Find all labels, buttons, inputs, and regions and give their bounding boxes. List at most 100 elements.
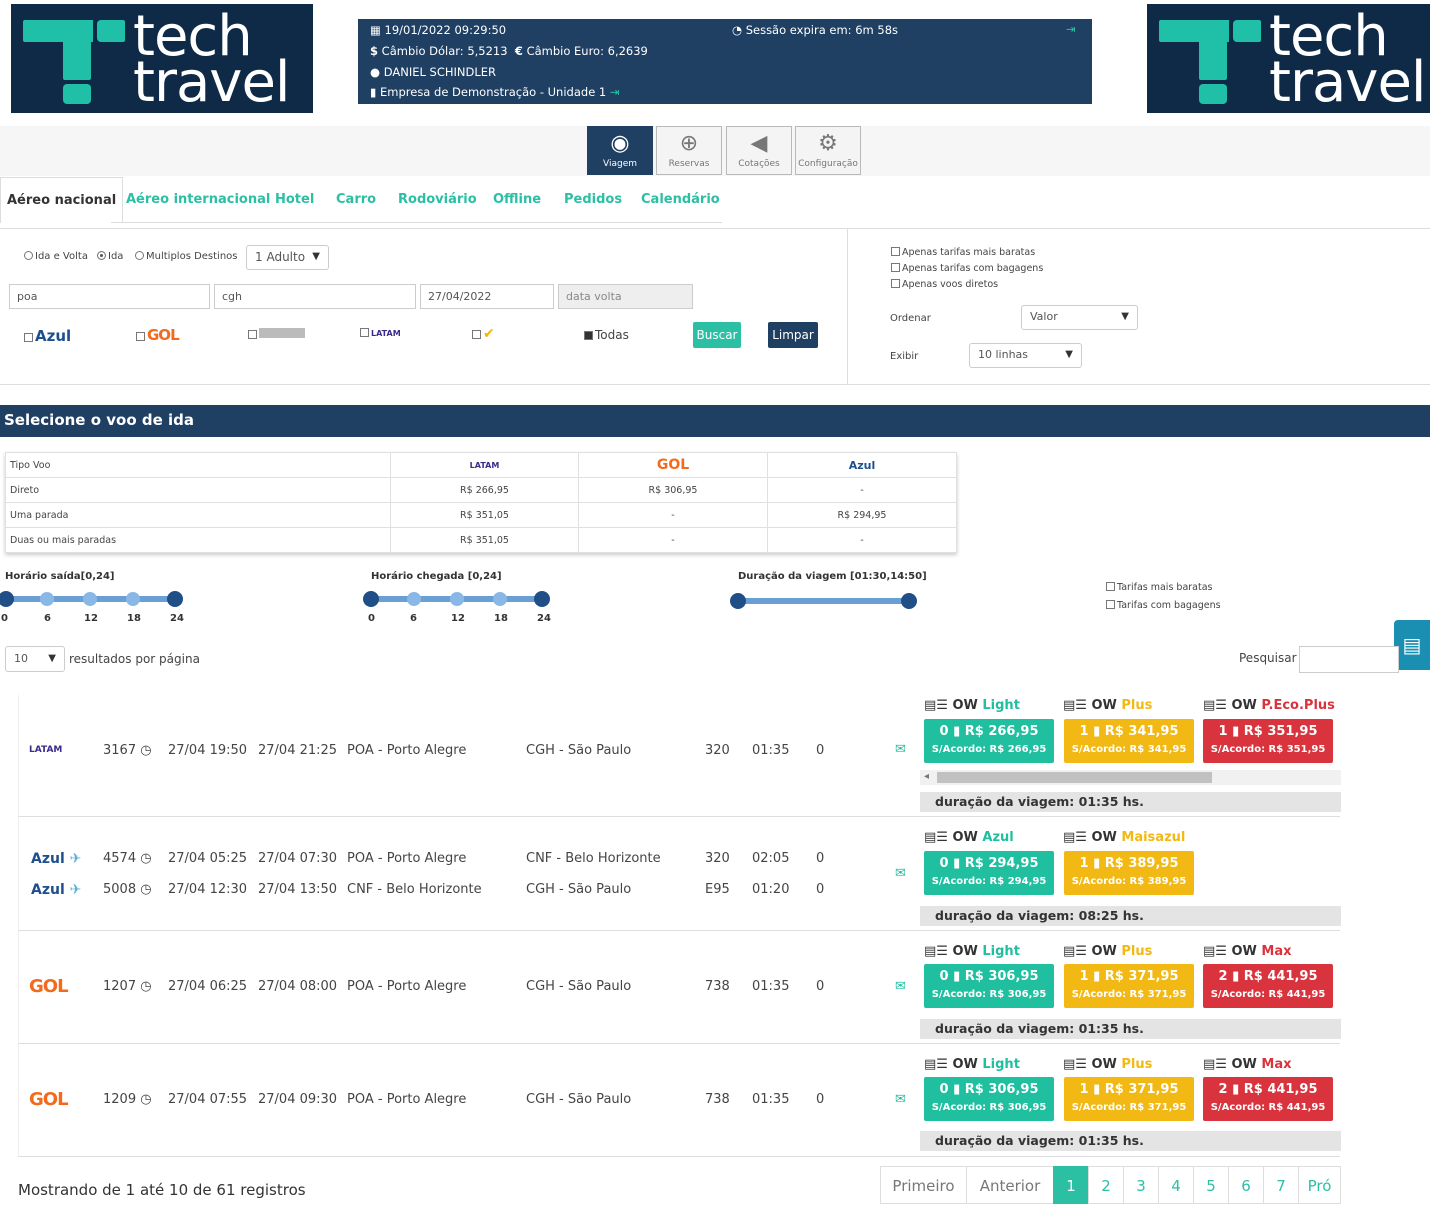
tab-offline[interactable]: Offline <box>493 177 541 223</box>
fare-plus-button[interactable]: 1 ▮ R$ 341,95 S/Acordo: R$ 341,95 <box>1064 719 1194 763</box>
airline-gol-checkbox[interactable]: GOL <box>136 326 180 344</box>
page-1[interactable]: 1 <box>1053 1166 1089 1204</box>
fare-maisazul-button[interactable]: 1 ▮ R$ 389,95 S/Acordo: R$ 389,95 <box>1064 851 1194 895</box>
table-search-input[interactable] <box>1299 646 1399 673</box>
passengers-select[interactable]: 1 Adulto ▼ <box>246 245 329 270</box>
chevron-down-icon: ▼ <box>312 251 320 262</box>
envelope-icon[interactable]: ✉ <box>895 866 906 881</box>
show-value: 10 linhas <box>978 348 1029 361</box>
ticket-icon: ▤☰ <box>1203 944 1227 959</box>
ticket-icon: ▤☰ <box>1203 698 1227 713</box>
fare-peco-plus-button[interactable]: 1 ▮ R$ 351,95 S/Acordo: R$ 351,95 <box>1203 719 1333 763</box>
clear-button[interactable]: Limpar <box>768 322 818 348</box>
filter-label: Tarifas com bagagens <box>1117 600 1221 611</box>
scroll-left-icon[interactable]: ◂ <box>924 771 929 782</box>
per-page-select[interactable]: 10 ▼ <box>5 646 65 672</box>
fare-header: ▤☰ OW Light <box>924 944 1020 959</box>
ticket-icon: ▤☰ <box>924 944 948 959</box>
tab-calendario[interactable]: Calendário <box>641 177 720 223</box>
page-previous[interactable]: Anterior <box>966 1166 1054 1204</box>
fare-azul-button[interactable]: 0 ▮ R$ 294,95 S/Acordo: R$ 294,95 <box>924 851 1054 895</box>
page-4[interactable]: 4 <box>1158 1166 1194 1204</box>
filter-baggage-checkbox[interactable]: Apenas tarifas com bagagens <box>891 263 1043 274</box>
date-out-input[interactable]: 27/04/2022 <box>420 284 554 309</box>
slider-handle[interactable] <box>363 591 379 607</box>
passaredo-logo-icon: ✔ <box>483 326 495 342</box>
nav-viagem[interactable]: ◉ Viagem <box>587 126 653 175</box>
tech-travel-logo-left[interactable]: tech travel <box>11 4 313 113</box>
destination-input[interactable]: cgh <box>214 284 416 309</box>
table-cell[interactable]: R$ 306,95 <box>578 477 768 503</box>
nav-configuracao[interactable]: ⚙ Configuração <box>795 126 861 175</box>
envelope-icon[interactable]: ✉ <box>895 742 906 757</box>
tab-aereo-nacional[interactable]: Aéreo nacional <box>0 177 124 223</box>
slider-handle[interactable] <box>901 593 917 609</box>
page-6[interactable]: 6 <box>1228 1166 1264 1204</box>
side-filter-baggage-checkbox[interactable]: Tarifas com bagagens <box>1106 600 1221 611</box>
fare-plus-button[interactable]: 1 ▮ R$ 371,95 S/Acordo: R$ 371,95 <box>1064 964 1194 1008</box>
trip-duration: duração da viagem: 01:35 hs. <box>920 792 1341 812</box>
filter-direct-checkbox[interactable]: Apenas voos diretos <box>891 279 998 290</box>
ticket-icon: ▤☰ <box>1203 1057 1227 1072</box>
fare-header: ▤☰ OW Azul <box>924 830 1014 845</box>
trip-duration: duração da viagem: 01:35 hs. <box>920 1019 1341 1039</box>
page-3[interactable]: 3 <box>1123 1166 1159 1204</box>
fare-max-button[interactable]: 2 ▮ R$ 441,95 S/Acordo: R$ 441,95 <box>1203 1077 1333 1121</box>
airline-todas-checkbox[interactable]: Todas <box>584 328 629 342</box>
radio-ida-e-volta[interactable]: Ida e Volta <box>24 251 88 262</box>
slider-handle[interactable] <box>534 591 550 607</box>
order-label: Ordenar <box>890 313 931 324</box>
table-cell[interactable]: R$ 294,95 <box>767 502 957 528</box>
page-2[interactable]: 2 <box>1088 1166 1124 1204</box>
radio-ida[interactable]: Ida <box>97 251 123 262</box>
duration-slider-track[interactable] <box>738 598 910 604</box>
tab-carro[interactable]: Carro <box>336 177 376 223</box>
fare-plus-button[interactable]: 1 ▮ R$ 371,95 S/Acordo: R$ 371,95 <box>1064 1077 1194 1121</box>
page-7[interactable]: 7 <box>1263 1166 1299 1204</box>
show-select[interactable]: 10 linhas ▼ <box>969 343 1082 368</box>
airline-azul-checkbox[interactable]: Azul <box>24 327 71 345</box>
tab-pedidos[interactable]: Pedidos <box>564 177 622 223</box>
airline-passaredo-checkbox[interactable]: ✔ <box>472 326 495 342</box>
fare-light-button[interactable]: 0 ▮ R$ 266,95 S/Acordo: R$ 266,95 <box>924 719 1054 763</box>
nav-cotacoes[interactable]: ◀ Cotações <box>726 126 792 175</box>
search-button[interactable]: Buscar <box>693 322 741 348</box>
chat-icon[interactable]: ▤ <box>1394 620 1430 670</box>
side-filter-cheapest-checkbox[interactable]: Tarifas mais baratas <box>1106 582 1213 593</box>
airline-other-checkbox[interactable] <box>248 328 305 341</box>
envelope-icon[interactable]: ✉ <box>895 979 906 994</box>
nav-reservas[interactable]: ⊕ Reservas <box>656 126 722 175</box>
page-first[interactable]: Primeiro <box>880 1166 967 1204</box>
horizontal-scrollbar[interactable]: ◂ <box>920 770 1341 785</box>
order-select[interactable]: Valor ▼ <box>1021 305 1138 330</box>
fare-max-button[interactable]: 2 ▮ R$ 441,95 S/Acordo: R$ 441,95 <box>1203 964 1333 1008</box>
destination: CGH - São Paulo <box>526 1092 632 1107</box>
date-back-input[interactable]: data volta <box>558 284 693 309</box>
equipment: E95 <box>705 882 730 897</box>
slider-handle[interactable] <box>167 591 183 607</box>
envelope-icon[interactable]: ✉ <box>895 1092 906 1107</box>
leg-duration: 01:20 <box>752 882 790 897</box>
switch-company-icon[interactable]: ⇥ <box>610 85 620 99</box>
table-cell[interactable]: R$ 351,05 <box>390 502 579 528</box>
origin-input[interactable]: poa <box>9 284 210 309</box>
fare-light-button[interactable]: 0 ▮ R$ 306,95 S/Acordo: R$ 306,95 <box>924 1077 1054 1121</box>
page-next[interactable]: Pró <box>1298 1166 1341 1204</box>
tab-aereo-internacional[interactable]: Aéreo internacional <box>126 177 270 223</box>
table-cell[interactable]: R$ 266,95 <box>390 477 579 503</box>
filter-cheapest-checkbox[interactable]: Apenas tarifas mais baratas <box>891 247 1035 258</box>
radio-multiplos-destinos[interactable]: Multiplos Destinos <box>135 251 238 262</box>
slider-handle[interactable] <box>0 591 14 607</box>
tab-hotel[interactable]: Hotel <box>275 177 314 223</box>
tab-rodoviario[interactable]: Rodoviário <box>398 177 477 223</box>
scrollbar-thumb[interactable] <box>937 772 1212 783</box>
leg-duration: 02:05 <box>752 851 790 866</box>
page-5[interactable]: 5 <box>1193 1166 1229 1204</box>
table-header-cell: Tipo Voo <box>5 452 391 478</box>
luggage-icon: ▮ <box>1232 724 1240 739</box>
slider-handle[interactable] <box>730 593 746 609</box>
table-cell[interactable]: R$ 351,05 <box>390 527 579 553</box>
logout-icon[interactable]: ⇥ <box>1066 22 1076 36</box>
airline-latam-checkbox[interactable]: LATAM <box>360 328 401 339</box>
fare-light-button[interactable]: 0 ▮ R$ 306,95 S/Acordo: R$ 306,95 <box>924 964 1054 1008</box>
